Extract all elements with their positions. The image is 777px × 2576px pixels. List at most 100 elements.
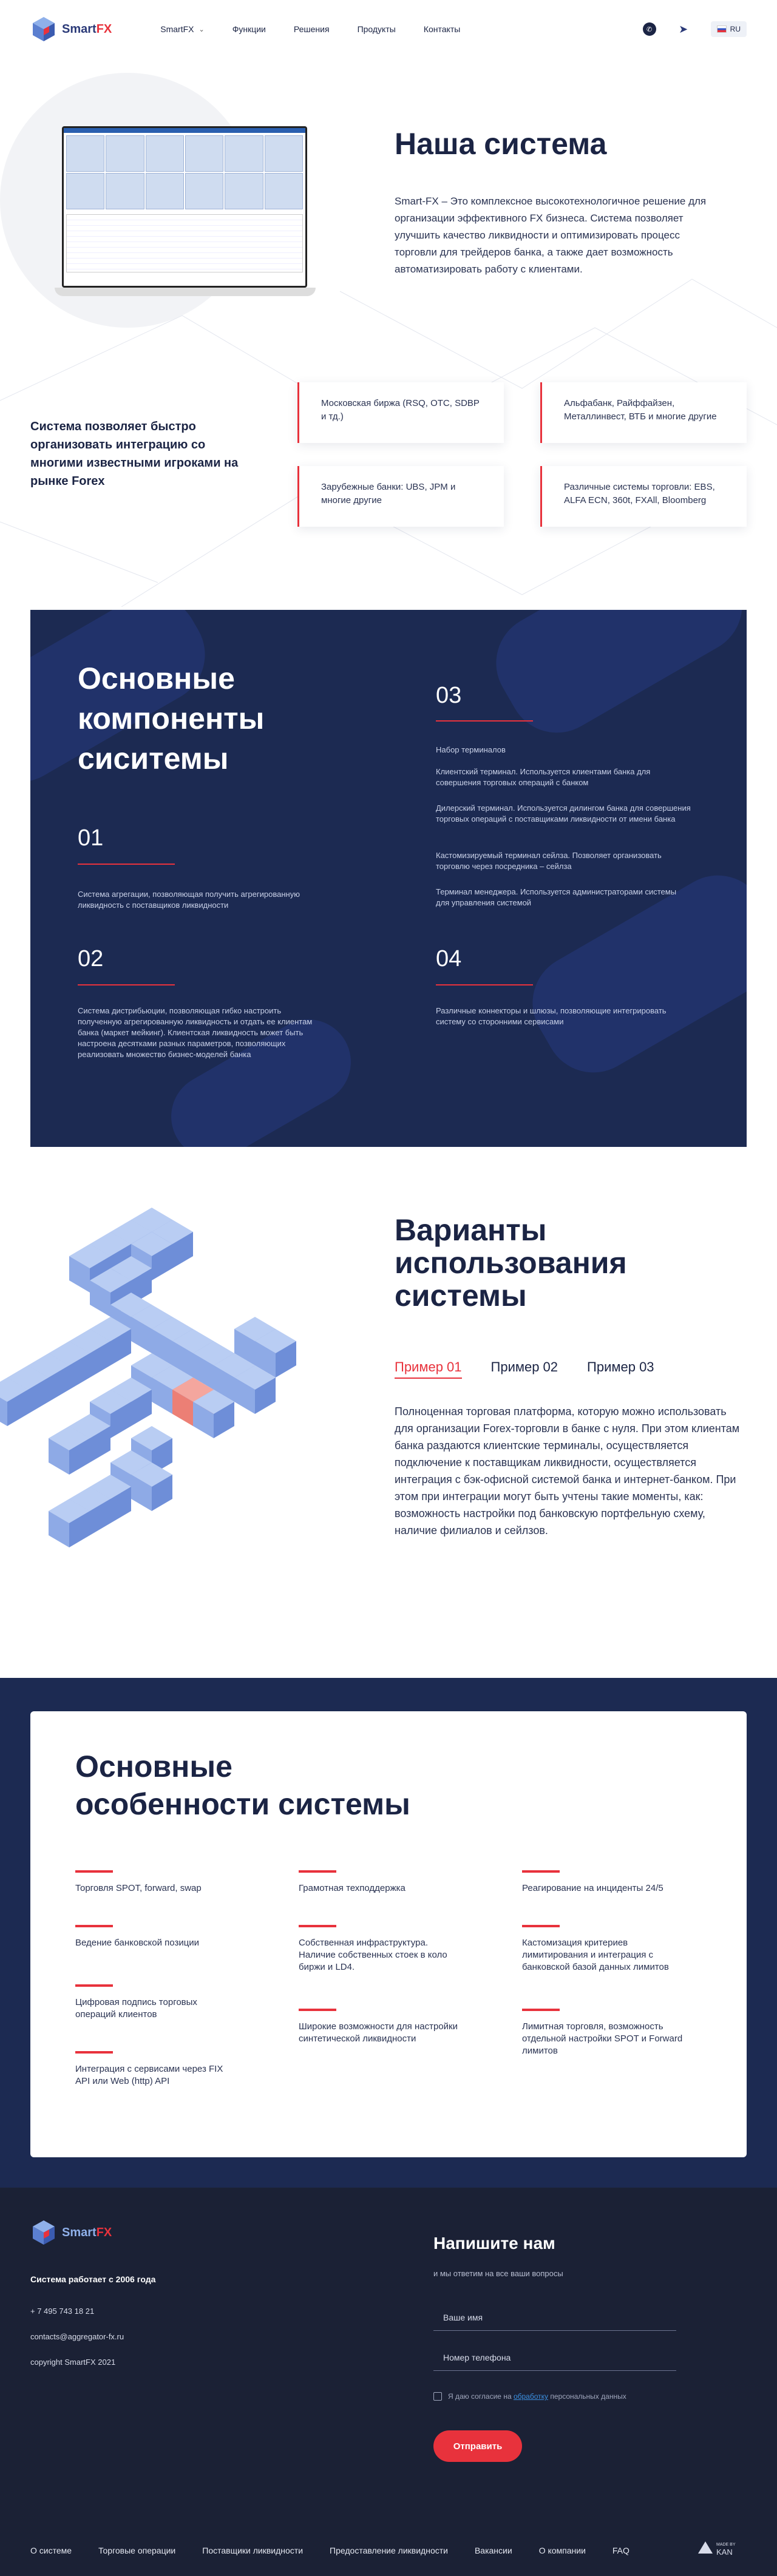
contact-form-subtitle: и мы ответим на все ваши вопросы bbox=[433, 2269, 563, 2278]
red-divider bbox=[78, 864, 175, 865]
nav-smartfx[interactable]: SmartFX ⌄ bbox=[160, 24, 204, 34]
feature-item: Торговля SPOT, forward, swap bbox=[75, 1870, 239, 1895]
component-number: 03 bbox=[436, 683, 462, 708]
consent-link[interactable]: обработку bbox=[514, 2392, 548, 2401]
cubes-illustration bbox=[0, 1208, 296, 1547]
footer-link-providers[interactable]: Поставщики ликвидности bbox=[202, 2546, 303, 2555]
screen-cell bbox=[66, 173, 105, 209]
logo-text: SmartFX bbox=[62, 22, 112, 36]
integration-card: Различные системы торговли: EBS, ALFA EC… bbox=[540, 466, 747, 527]
logo[interactable]: SmartFX bbox=[30, 16, 112, 42]
nav-solutions[interactable]: Решения bbox=[294, 24, 330, 34]
language-label: RU bbox=[730, 25, 741, 33]
screen-grid bbox=[64, 133, 305, 212]
russia-flag-icon bbox=[716, 25, 727, 33]
footer-phone[interactable]: + 7 495 743 18 21 bbox=[30, 2307, 94, 2316]
submit-button[interactable]: Отправить bbox=[433, 2430, 522, 2462]
component-number: 01 bbox=[78, 825, 104, 851]
screen-cell bbox=[264, 135, 303, 172]
usage-title: Варианты использования системы bbox=[395, 1213, 627, 1313]
decor-shape bbox=[478, 610, 747, 751]
feature-item: Цифровая подпись торговых операций клиен… bbox=[75, 1984, 239, 2021]
footer-link-trading[interactable]: Торговые операции bbox=[98, 2546, 175, 2555]
telegram-icon[interactable]: ➤ bbox=[677, 22, 690, 36]
whatsapp-icon[interactable]: ✆ bbox=[642, 22, 656, 36]
red-divider bbox=[436, 984, 533, 985]
usage-text: Полноценная торговая платформа, которую … bbox=[395, 1405, 740, 1536]
footer-link-faq[interactable]: FAQ bbox=[612, 2546, 629, 2555]
tab-example-02[interactable]: Пример 02 bbox=[491, 1359, 558, 1379]
feature-item: Лимитная торговля, возможность отдельной… bbox=[522, 2009, 686, 2057]
feature-item: Интеграция с сервисами через FIX API или… bbox=[75, 2051, 239, 2088]
components-title: Основные компоненты сиситемы bbox=[78, 661, 265, 776]
red-divider bbox=[78, 984, 175, 985]
hero-title: Наша система bbox=[395, 127, 607, 161]
laptop-base bbox=[55, 288, 316, 296]
laptop-illustration bbox=[55, 121, 316, 303]
footer-nav: О системе Торговые операции Поставщики л… bbox=[30, 2546, 629, 2555]
phone-input[interactable] bbox=[433, 2344, 676, 2371]
component-description: Система дистрибьюции, позволяющая гибко … bbox=[78, 1006, 313, 1059]
component-bullet: Кастомизируемый терминал сейлза. Позволя… bbox=[436, 851, 662, 871]
contact-form-title: Напишите нам bbox=[433, 2234, 555, 2253]
logo-cube-icon bbox=[33, 17, 55, 41]
footer-since: Система работает с 2006 года bbox=[30, 2274, 156, 2284]
name-input[interactable] bbox=[433, 2304, 676, 2331]
site-header: SmartFX SmartFX ⌄ Функции Решения Продукт… bbox=[0, 0, 777, 58]
screen-cell bbox=[264, 173, 303, 209]
footer-logo[interactable]: SmartFX bbox=[30, 2219, 112, 2246]
cube-stack bbox=[0, 1208, 296, 1547]
integration-text: Система позволяет быстро организовать ин… bbox=[30, 420, 239, 488]
footer-link-about-system[interactable]: О системе bbox=[30, 2546, 72, 2555]
component-number: 04 bbox=[436, 946, 462, 972]
consent-label: Я даю согласие на обработку персональных… bbox=[448, 2392, 626, 2401]
component-description: Набор терминалов bbox=[436, 745, 506, 754]
hero-text: Smart-FX – Это комплексное высокотехноло… bbox=[395, 195, 707, 275]
laptop-screen bbox=[62, 126, 307, 288]
screen-cell bbox=[185, 173, 224, 209]
screen-titlebar bbox=[64, 128, 305, 133]
nav-functions[interactable]: Функции bbox=[232, 24, 266, 34]
component-description: Различные коннекторы и шлюзы, позволяющи… bbox=[436, 1006, 667, 1026]
footer-email[interactable]: contacts@aggregator-fx.ru bbox=[30, 2332, 124, 2341]
features-title: Основные особенности системы bbox=[75, 1749, 410, 1821]
language-select[interactable]: RU bbox=[710, 21, 747, 37]
consent-checkbox[interactable] bbox=[433, 2392, 442, 2401]
made-by-text: MADE BY KAN bbox=[716, 2543, 736, 2557]
features-card: Основные особенности системы Торговля SP… bbox=[30, 1711, 747, 2157]
nav-contacts[interactable]: Контакты bbox=[424, 24, 460, 34]
consent-row: Я даю согласие на обработку персональных… bbox=[433, 2392, 626, 2401]
logo-text: SmartFX bbox=[62, 2225, 112, 2239]
nav-products[interactable]: Продукты bbox=[358, 24, 396, 34]
footer-link-company[interactable]: О компании bbox=[539, 2546, 586, 2555]
tab-example-03[interactable]: Пример 03 bbox=[587, 1359, 654, 1379]
screen-cell bbox=[106, 173, 144, 209]
main-nav: SmartFX ⌄ Функции Решения Продукты Контак… bbox=[160, 24, 460, 34]
usage-tabs: Пример 01 Пример 02 Пример 03 bbox=[395, 1359, 654, 1379]
component-bullet: Клиентский терминал. Используется клиент… bbox=[436, 767, 651, 787]
red-divider bbox=[436, 720, 533, 722]
chevron-down-icon: ⌄ bbox=[198, 25, 205, 33]
screen-cell bbox=[106, 135, 144, 172]
screen-cell bbox=[66, 135, 105, 172]
integration-card: Зарубежные банки: UBS, JPM и многие друг… bbox=[297, 466, 504, 527]
tab-example-01[interactable]: Пример 01 bbox=[395, 1359, 462, 1379]
logo-cube-icon bbox=[33, 2220, 55, 2245]
screen-cell bbox=[185, 135, 224, 172]
feature-item: Ведение банковской позиции bbox=[75, 1925, 239, 1949]
feature-item: Реагирование на инциденты 24/5 bbox=[522, 1870, 686, 1895]
component-bullet: Дилерский терминал. Используется дилинго… bbox=[436, 803, 691, 823]
footer-copyright: copyright SmartFX 2021 bbox=[30, 2358, 116, 2367]
component-number: 02 bbox=[78, 946, 104, 972]
integration-card: Московская биржа (RSQ, OTC, SDBP и тд.) bbox=[297, 382, 504, 443]
screen-table bbox=[66, 214, 303, 272]
feature-item: Широкие возможности для настройки синтет… bbox=[299, 2009, 463, 2045]
components-section: Основные компоненты сиситемы 01 Система … bbox=[30, 610, 747, 1147]
header-actions: ✆ ➤ RU bbox=[642, 21, 747, 37]
footer-link-liquidity[interactable]: Предоставление ликвидности bbox=[330, 2546, 448, 2555]
feature-item: Грамотная техподдержка bbox=[299, 1870, 463, 1895]
component-description: Система агрегации, позволяющая получить … bbox=[78, 890, 300, 910]
made-by-badge[interactable]: MADE BY KAN bbox=[698, 2538, 736, 2557]
footer-link-vacancies[interactable]: Вакансии bbox=[475, 2546, 512, 2555]
screen-cell bbox=[225, 135, 263, 172]
